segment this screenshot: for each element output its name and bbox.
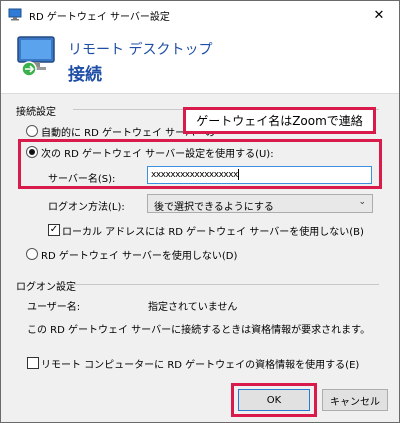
group-divider xyxy=(73,284,379,285)
server-name-label: サーバー名(S): xyxy=(48,174,116,185)
use-gateway-settings-label: 次の RD ゲートウェイ サーバー設定を使用する(U): xyxy=(41,149,274,160)
logon-method-value: 後で選択できるようにする xyxy=(154,202,274,213)
no-gateway-label: RD ゲートウェイ サーバーを使用しない(D) xyxy=(41,251,238,262)
window-title: RD ゲートウェイ サーバー設定 xyxy=(29,12,170,23)
text-caret xyxy=(237,169,239,180)
username-value: 指定されていません xyxy=(148,302,238,313)
close-button[interactable]: ✕ xyxy=(359,1,399,29)
logon-method-label: ログオン方法(L): xyxy=(48,202,125,213)
no-gateway-radio[interactable] xyxy=(26,248,38,260)
header-subtitle: リモート デスクトップ xyxy=(68,42,213,58)
credentials-info-text: この RD ゲートウェイ サーバーに接続するときは資格情報が要求されます。 xyxy=(27,325,371,336)
remote-desktop-icon xyxy=(8,8,22,21)
cancel-button-label: キャンセル xyxy=(330,396,380,408)
username-label: ユーザー名: xyxy=(27,302,81,313)
remote-desktop-connection-icon xyxy=(17,36,55,77)
instruction-callout: ゲートウェイ名はZoomで連絡 xyxy=(183,107,376,134)
use-credentials-label: リモート コンピューターに RD ゲートウェイの資格情報を使用する(E) xyxy=(41,360,360,371)
server-name-input[interactable]: xxxxxxxxxxxxxxxxxx xyxy=(147,166,372,184)
chevron-down-icon: ⌄ xyxy=(358,197,366,207)
title-bar: RD ゲートウェイ サーバー設定 ✕ xyxy=(1,1,399,29)
ok-button-label: OK xyxy=(266,394,282,406)
dialog-header: リモート デスクトップ 接続 xyxy=(1,29,399,94)
use-gateway-settings-radio[interactable] xyxy=(26,146,38,158)
logon-settings-group-label: ログオン設定 xyxy=(16,282,76,293)
close-icon: ✕ xyxy=(373,7,385,23)
ok-button[interactable]: OK xyxy=(238,389,310,411)
bypass-local-label: ローカル アドレスには RD ゲートウェイ サーバーを使用しない(B) xyxy=(62,227,364,238)
connection-settings-group-label: 接続設定 xyxy=(16,107,56,118)
use-credentials-checkbox[interactable] xyxy=(27,357,39,369)
server-name-value: xxxxxxxxxxxxxxxxxx xyxy=(151,170,238,180)
bypass-local-checkbox[interactable]: ✓ xyxy=(48,224,60,236)
rd-gateway-dialog: RD ゲートウェイ サーバー設定 ✕ リモート デスクトップ 接続 接続設定 自… xyxy=(0,0,400,423)
header-title: 接続 xyxy=(68,65,102,85)
callout-text: ゲートウェイ名はZoomで連絡 xyxy=(196,114,363,128)
logon-method-select[interactable]: 後で選択できるようにする ⌄ xyxy=(147,194,373,213)
cancel-button[interactable]: キャンセル xyxy=(322,389,388,411)
auto-detect-radio[interactable] xyxy=(26,125,38,137)
